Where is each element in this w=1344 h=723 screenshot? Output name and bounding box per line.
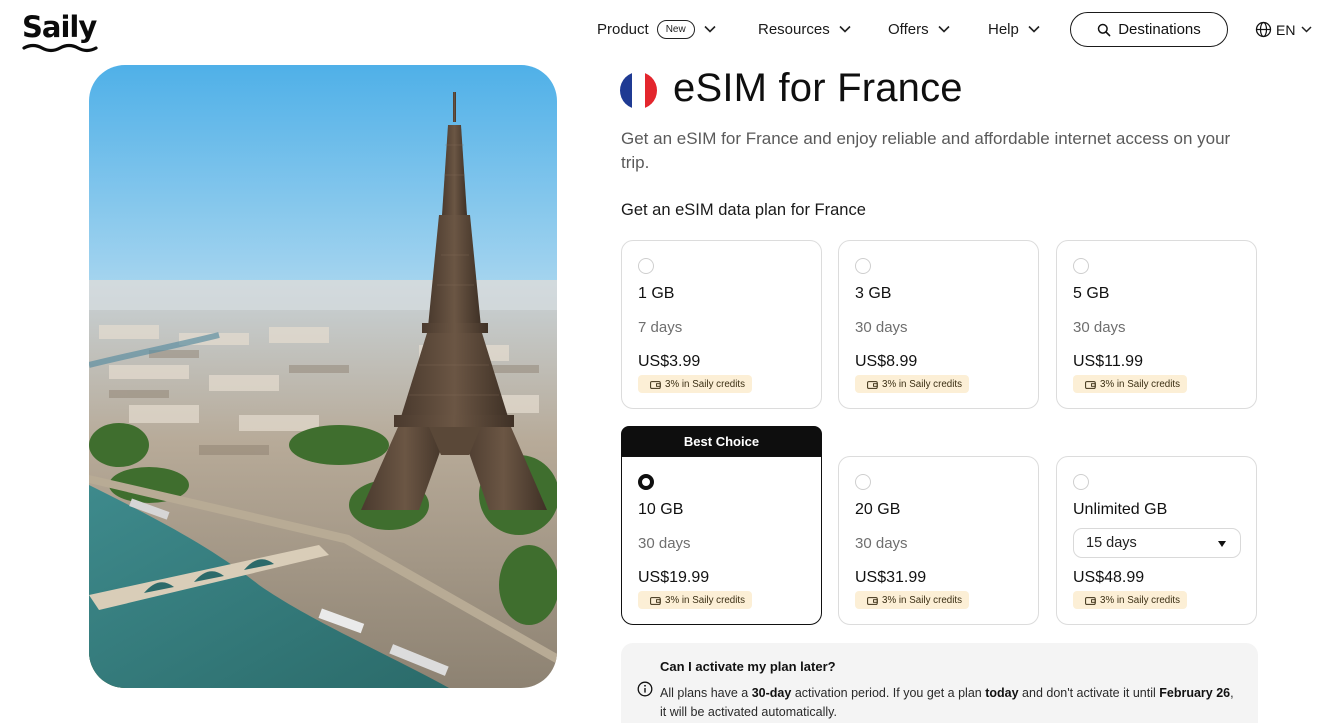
faq-answer-emphasis: today — [985, 686, 1019, 700]
eiffel-tower-photo — [89, 65, 557, 688]
plan-card-10gb[interactable]: 10 GB 30 days US$19.99 3% in Saily credi… — [621, 456, 822, 625]
nav-offers-label: Offers — [888, 20, 929, 38]
language-selector[interactable]: EN — [1255, 12, 1312, 47]
plan-data: Unlimited GB — [1073, 501, 1168, 518]
search-icon — [1097, 23, 1111, 36]
plan-price: US$31.99 — [855, 569, 927, 586]
page-title: eSIM for France — [673, 66, 963, 110]
plan-card-5gb[interactable]: 5 GB 30 days US$11.99 3% in Saily credit… — [1056, 240, 1257, 409]
credits-badge: 3% in Saily credits — [1073, 375, 1188, 393]
plan-data: 3 GB — [855, 285, 892, 302]
activation-info-box: Can I activate my plan later? All plans … — [621, 643, 1258, 723]
flag-stripe-blue — [620, 72, 633, 109]
faq-answer: All plans have a 30-day activation perio… — [660, 684, 1240, 722]
chevron-down-icon — [1028, 25, 1040, 33]
faq-answer-text: All plans have a — [660, 686, 752, 700]
plan-card-3gb[interactable]: 3 GB 30 days US$8.99 3% in Saily credits — [838, 240, 1039, 409]
hero-image — [89, 65, 557, 688]
nav-resources[interactable]: Resources — [758, 10, 851, 48]
plan-duration: 30 days — [638, 535, 691, 552]
plan-data: 20 GB — [855, 501, 901, 518]
france-flag-icon — [620, 72, 657, 109]
faq-question: Can I activate my plan later? — [660, 659, 836, 674]
credits-label: 3% in Saily credits — [1100, 594, 1181, 606]
page-subtitle: Get an eSIM for France and enjoy reliabl… — [621, 129, 1231, 172]
wallet-icon — [867, 380, 878, 389]
nav-product[interactable]: Product New — [597, 10, 716, 48]
plan-duration: 30 days — [1073, 319, 1126, 336]
globe-icon — [1255, 21, 1272, 38]
credits-badge: 3% in Saily credits — [855, 591, 970, 609]
caret-down-icon — [1218, 541, 1226, 547]
chevron-down-icon — [704, 25, 716, 33]
nav-help-label: Help — [988, 20, 1019, 38]
credits-badge: 3% in Saily credits — [855, 375, 970, 393]
plan-data: 10 GB — [638, 501, 684, 518]
nav-help[interactable]: Help — [988, 10, 1040, 48]
plan-radio[interactable] — [1073, 258, 1089, 274]
faq-answer-text: activation period. If you get a plan — [791, 686, 986, 700]
plan-duration: 7 days — [638, 319, 683, 336]
plan-data: 1 GB — [638, 285, 675, 302]
plan-card-1gb[interactable]: 1 GB 7 days US$3.99 3% in Saily credits — [621, 240, 822, 409]
wallet-icon — [650, 596, 661, 605]
credits-badge: 3% in Saily credits — [638, 375, 753, 393]
chevron-down-icon — [1301, 26, 1312, 33]
credits-label: 3% in Saily credits — [665, 594, 746, 606]
nav-resources-label: Resources — [758, 20, 830, 38]
credits-label: 3% in Saily credits — [1100, 378, 1181, 390]
flag-stripe-red — [644, 72, 657, 109]
plan-radio[interactable] — [855, 258, 871, 274]
plan-data: 5 GB — [1073, 285, 1110, 302]
plan-radio[interactable] — [1073, 474, 1089, 490]
faq-answer-text: and don't activate it until — [1018, 686, 1160, 700]
new-badge: New — [656, 19, 695, 39]
plan-price: US$8.99 — [855, 353, 918, 370]
destinations-label: Destinations — [1118, 21, 1201, 38]
wallet-icon — [650, 380, 661, 389]
info-icon — [637, 681, 653, 697]
destinations-button[interactable]: Destinations — [1070, 12, 1228, 47]
wallet-icon — [1085, 380, 1096, 389]
credits-label: 3% in Saily credits — [665, 378, 746, 390]
plan-radio[interactable] — [638, 258, 654, 274]
duration-select-value: 15 days — [1086, 535, 1137, 551]
logo-wordmark: Saily — [22, 10, 97, 44]
plan-price: US$3.99 — [638, 353, 701, 370]
wallet-icon — [867, 596, 878, 605]
plan-radio-selected[interactable] — [638, 474, 654, 490]
nav-offers[interactable]: Offers — [888, 10, 950, 48]
plan-price: US$19.99 — [638, 569, 710, 586]
plan-price: US$48.99 — [1073, 569, 1145, 586]
nav-product-label: Product — [597, 20, 649, 38]
language-label: EN — [1276, 21, 1296, 38]
plans-section-title: Get an eSIM data plan for France — [621, 201, 866, 219]
duration-select[interactable]: 15 days — [1073, 528, 1241, 558]
plan-card-unlimited[interactable]: Unlimited GB 15 days US$48.99 3% in Sail… — [1056, 456, 1257, 625]
plan-radio[interactable] — [855, 474, 871, 490]
flag-stripe-white — [632, 72, 645, 109]
chevron-down-icon — [839, 25, 851, 33]
plan-price: US$11.99 — [1073, 353, 1143, 370]
plan-duration: 30 days — [855, 535, 908, 552]
credits-label: 3% in Saily credits — [882, 378, 963, 390]
plan-card-20gb[interactable]: 20 GB 30 days US$31.99 3% in Saily credi… — [838, 456, 1039, 625]
faq-answer-emphasis: 30-day — [751, 686, 792, 700]
credits-badge: 3% in Saily credits — [1073, 591, 1188, 609]
faq-answer-emphasis: February 26 — [1159, 686, 1231, 700]
wallet-icon — [1085, 596, 1096, 605]
best-choice-badge: Best Choice — [621, 426, 822, 457]
logo-wave-icon — [22, 43, 98, 53]
credits-label: 3% in Saily credits — [882, 594, 963, 606]
credits-badge: 3% in Saily credits — [638, 591, 753, 609]
plan-duration: 30 days — [855, 319, 908, 336]
saily-logo[interactable]: Saily — [22, 10, 102, 53]
chevron-down-icon — [938, 25, 950, 33]
